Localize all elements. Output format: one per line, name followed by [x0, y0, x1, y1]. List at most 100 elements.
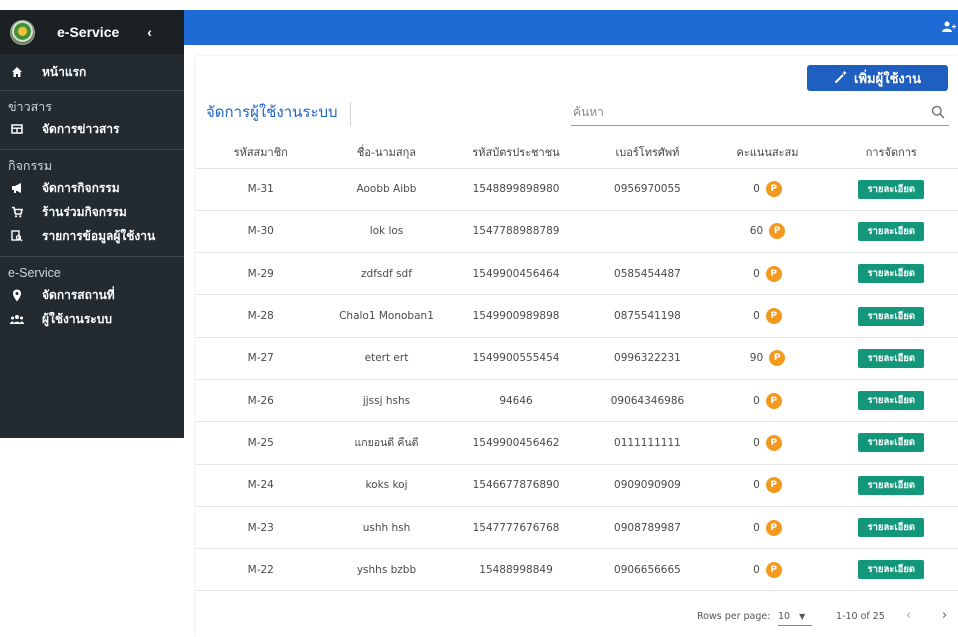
next-page-button[interactable]: › [942, 608, 947, 623]
rows-per-page-value: 10 [778, 611, 791, 622]
citizen-id: 1549900555454 [447, 337, 585, 380]
sidebar-item-label: ผู้ใช้งานระบบ [42, 311, 112, 326]
citizen-id: 1549900456462 [447, 421, 585, 465]
column-header[interactable]: เบอร์โทรศัพท์ [584, 136, 711, 169]
main-card: เพิ่มผู้ใช้งาน จัดการผู้ใช้งานระบบ รหัสส… [196, 56, 958, 637]
points-cell: 0P [710, 294, 825, 338]
sidebar-item-manage-news[interactable]: จัดการข่าวสาร [0, 117, 184, 141]
detail-button[interactable]: รายละเอียด [858, 264, 925, 284]
sidebar-item-system-users[interactable]: ผู้ใช้งานระบบ [0, 307, 184, 331]
points-cell: 0P [710, 379, 825, 423]
points-cell: 0P [710, 548, 825, 592]
column-header[interactable]: คะแนนสะสม [710, 136, 825, 169]
points-coin-icon: P [769, 350, 786, 367]
phone-number: 0908789987 [584, 506, 711, 550]
pagination: Rows per page: 10 ▼ 1-10 of 25 ‹ › [196, 606, 958, 630]
top-bar [184, 10, 958, 45]
sidebar-header: e-Service ‹ [0, 10, 184, 54]
sidebar-item-label: ร้านร่วมกิจกรรม [42, 204, 127, 219]
table-header-row: รหัสสมาชิก ชื่อ-นามสกุล รหัสบัตรประชาชน … [196, 136, 958, 169]
location-pin-icon [10, 288, 24, 302]
points-cell: 0P [710, 421, 825, 465]
cart-icon [10, 205, 24, 219]
full-name: yshhs bzbb [325, 548, 448, 592]
points-coin-icon: P [765, 265, 782, 282]
points-coin-icon: P [765, 392, 782, 409]
phone-number: 0875541198 [584, 294, 711, 338]
actions-cell: รายละเอียด [824, 506, 958, 550]
search-input[interactable] [571, 100, 911, 124]
sidebar-item-manage-activities[interactable]: จัดการกิจกรรม [0, 176, 184, 200]
actions-cell: รายละเอียด [824, 337, 958, 380]
sidebar-item-shop-activities[interactable]: ร้านร่วมกิจกรรม [0, 200, 184, 224]
divider [0, 90, 184, 91]
column-header[interactable]: ชื่อ-นามสกุล [325, 136, 448, 169]
points-value: 0 [753, 479, 760, 492]
table-row: M-22 yshhs bzbb 15488998849 0906656665 0 P ราย… [196, 548, 958, 592]
detail-button[interactable]: รายละเอียด [858, 560, 925, 580]
actions-cell: รายละเอียด [824, 548, 958, 592]
add-user-button[interactable]: เพิ่มผู้ใช้งาน [807, 65, 948, 91]
prev-page-button[interactable]: ‹ [906, 608, 911, 623]
detail-button[interactable]: รายละเอียด [858, 391, 925, 411]
rows-per-page-select[interactable]: 10 ▼ [778, 608, 812, 626]
users-table: รหัสสมาชิก ชื่อ-นามสกุล รหัสบัตรประชาชน … [196, 136, 958, 592]
user-account-icon[interactable] [942, 20, 956, 34]
sidebar-item-home[interactable]: หน้าแรก [0, 60, 184, 84]
phone-number: 0996322231 [584, 337, 711, 380]
sidebar-item-user-data[interactable]: รายการข้อมูลผู้ใช้งาน [0, 224, 184, 248]
phone-number [584, 210, 711, 254]
table-row: M-27 etert ert 1549900555454 0996322231 90 P ร… [196, 337, 958, 380]
member-id: M-27 [196, 337, 326, 380]
points-coin-icon: P [769, 223, 786, 240]
member-id: M-28 [196, 294, 326, 338]
points-cell: 0P [710, 168, 825, 211]
full-name: Aoobb Aibb [325, 168, 448, 211]
points-value: 0 [753, 310, 760, 323]
citizen-id: 1546677876890 [447, 464, 585, 507]
citizen-id: 1547788988789 [447, 210, 585, 254]
home-icon [10, 65, 24, 79]
detail-button[interactable]: รายละเอียด [858, 518, 925, 538]
member-id: M-31 [196, 168, 326, 211]
points-value: 0 [753, 521, 760, 534]
sidebar-item-label: รายการข้อมูลผู้ใช้งาน [42, 228, 156, 243]
member-id: M-25 [196, 421, 326, 465]
phone-number: 0111111111 [584, 421, 711, 465]
phone-number: 0585454487 [584, 252, 711, 296]
full-name: ushh hsh [325, 506, 448, 550]
member-id: M-30 [196, 210, 326, 254]
rows-per-page-label: Rows per page: [697, 611, 771, 622]
column-header[interactable]: รหัสบัตรประชาชน [447, 136, 585, 169]
detail-button[interactable]: รายละเอียด [858, 306, 925, 326]
table-row: M-29 zdfsdf sdf 1549900456464 0585454487 0 P ร… [196, 252, 958, 296]
detail-button[interactable]: รายละเอียด [858, 348, 925, 368]
detail-button[interactable]: รายละเอียด [858, 475, 925, 495]
table-row: M-28 Chalo1 Monoban1 1549900989898 08755411… [196, 294, 958, 338]
detail-button[interactable]: รายละเอียด [858, 179, 925, 199]
sidebar-item-label: จัดการสถานที่ [42, 287, 115, 302]
full-name: lok los [325, 210, 448, 254]
table-row: M-25 แกยอนดี คืนดี 1549900456462 0111111111… [196, 421, 958, 465]
citizen-id: 15488998849 [447, 548, 585, 592]
newspaper-icon [10, 122, 24, 136]
member-id: M-26 [196, 379, 326, 423]
full-name: koks koj [325, 464, 448, 507]
column-header[interactable]: รหัสสมาชิก [196, 136, 326, 169]
divider [0, 256, 184, 257]
citizen-id: 1549900456464 [447, 252, 585, 296]
collapse-sidebar-button[interactable]: ‹ [147, 24, 152, 40]
table-row: M-24 koks koj 1546677876890 0909090909 0 P ราย… [196, 464, 958, 507]
points-coin-icon: P [765, 308, 782, 325]
points-coin-icon: P [765, 477, 782, 494]
sidebar: e-Service ‹ หน้าแรก ข่าวสาร จัดการข่าวสา… [0, 10, 184, 438]
table-row: M-26 jjssj hshs 94646 09064346986 0 P รายละเอี… [196, 379, 958, 423]
actions-cell: รายละเอียด [824, 168, 958, 211]
full-name: Chalo1 Monoban1 [325, 294, 448, 338]
detail-button[interactable]: รายละเอียด [858, 221, 925, 241]
sidebar-item-manage-places[interactable]: จัดการสถานที่ [0, 283, 184, 307]
search-icon[interactable] [931, 105, 945, 119]
full-name: แกยอนดี คืนดี [325, 421, 448, 465]
detail-button[interactable]: รายละเอียด [858, 433, 925, 453]
column-header[interactable]: การจัดการ [824, 136, 958, 169]
